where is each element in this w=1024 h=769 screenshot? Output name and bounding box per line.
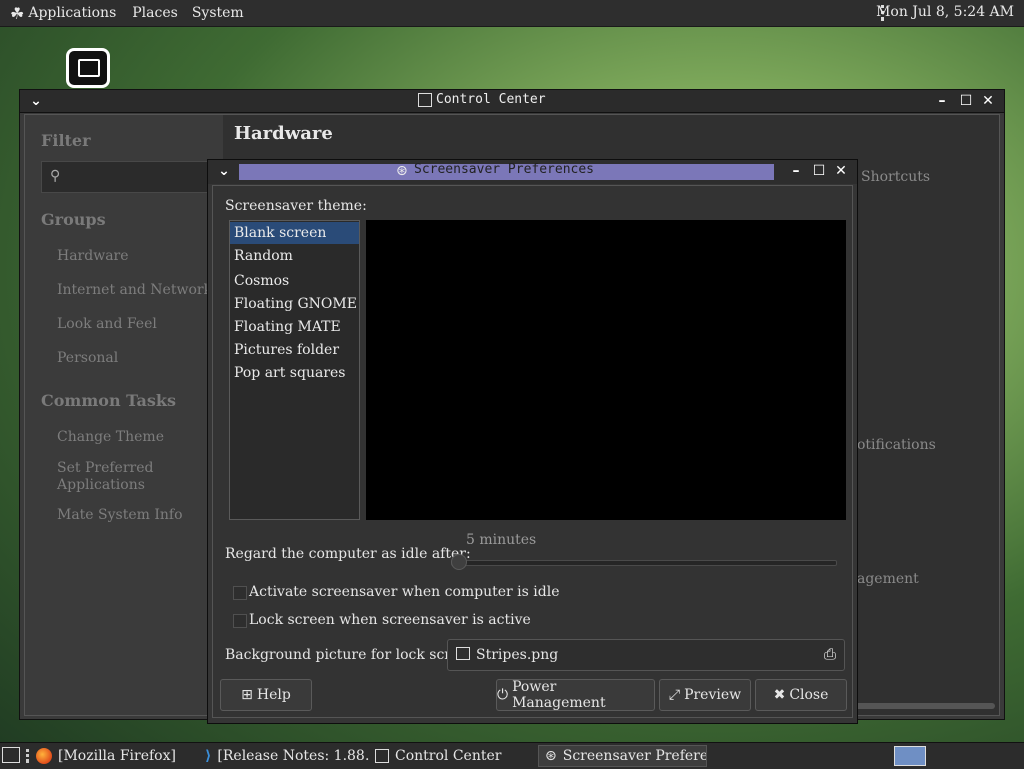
image-file-icon <box>456 647 470 660</box>
theme-item-floating-gnome[interactable]: Floating GNOME <box>230 293 359 315</box>
clock[interactable]: Mon Jul 8, 5:24 AM <box>876 4 1014 20</box>
background-picture-label: Background picture for lock screen: <box>225 647 482 663</box>
task-release-notes[interactable]: ⟩ [Release Notes: 1.88… <box>205 745 370 767</box>
maximize-button[interactable]: ☐ <box>811 163 827 179</box>
control-center-icon <box>375 749 389 763</box>
lock-screen-label[interactable]: Lock screen when screensaver is active <box>249 612 531 628</box>
group-personal[interactable]: Personal <box>57 350 217 367</box>
minimize-button[interactable]: – <box>788 163 804 179</box>
screensaver-preferences-window: ⌄ ⊛ Screensaver Preferences – ☐ ✕ Screen… <box>207 159 858 724</box>
task-control-center[interactable]: Control Center <box>375 745 535 767</box>
group-internet-and-network[interactable]: Internet and Network <box>57 282 217 299</box>
screensaver-preview <box>366 220 846 520</box>
theme-label: Screensaver theme: <box>225 198 367 214</box>
group-hardware[interactable]: Hardware <box>57 248 217 265</box>
applications-menu[interactable]: ☘ Applications <box>10 4 116 23</box>
window-menu-chevron-icon[interactable]: ⌄ <box>28 93 44 109</box>
theme-list[interactable]: Blank screen Random Cosmos Floating GNOM… <box>229 220 360 520</box>
theme-item-pop-art-squares[interactable]: Pop art squares <box>230 362 359 384</box>
workspace-switcher[interactable] <box>894 746 926 766</box>
close-icon: ✖ <box>773 687 786 703</box>
control-center-titlebar[interactable]: ⌄ Control Center – ☐ ✕ <box>20 90 1004 113</box>
open-folder-icon: ⎙ <box>823 645 836 663</box>
background-file-name: Stripes.png <box>476 647 559 663</box>
common-tasks-label: Common Tasks <box>41 391 176 410</box>
window-menu-chevron-icon[interactable]: ⌄ <box>216 163 232 179</box>
theme-item-blank-screen[interactable]: Blank screen <box>230 222 359 244</box>
close-dialog-button[interactable]: ✖ Close <box>755 679 847 711</box>
task-screensaver-preferences[interactable]: ⊛ Screensaver Preferen… <box>538 745 707 767</box>
task-mate-system-info[interactable]: Mate System Info <box>57 507 217 524</box>
vscode-icon: ⟩ <box>205 748 212 764</box>
background-file-chooser[interactable]: Stripes.png ⎙ <box>447 639 845 671</box>
activate-screensaver-checkbox[interactable] <box>233 586 247 600</box>
partial-item-shortcuts[interactable]: Shortcuts <box>861 169 930 185</box>
close-button[interactable]: ✕ <box>980 93 996 109</box>
screensaver-body: Screensaver theme: Blank screen Random C… <box>212 185 853 718</box>
help-button[interactable]: ⊞ Help <box>220 679 312 711</box>
foot-icon: ☘ <box>10 3 25 23</box>
category-heading: Hardware <box>234 123 333 144</box>
firefox-icon <box>36 748 52 764</box>
filter-label: Filter <box>41 131 91 150</box>
task-firefox[interactable]: [Mozilla Firefox] <box>36 745 196 767</box>
filter-search-input[interactable]: ⚲ <box>41 161 223 193</box>
theme-item-cosmos[interactable]: Cosmos <box>230 270 359 292</box>
help-icon: ⊞ <box>241 687 253 703</box>
control-center-app-icon <box>418 93 432 107</box>
computer-icon[interactable] <box>66 48 110 88</box>
screensaver-app-icon: ⊛ <box>396 163 408 179</box>
theme-item-pictures-folder[interactable]: Pictures folder <box>230 339 359 361</box>
partial-item-notifications[interactable]: otifications <box>857 437 936 453</box>
power-icon: ⏻ <box>497 687 509 703</box>
preview-icon: ⤢ <box>668 687 681 703</box>
screensaver-icon: ⊛ <box>545 748 557 764</box>
idle-value: 5 minutes <box>466 532 537 548</box>
idle-label: Regard the computer as idle after: <box>225 546 471 562</box>
screensaver-title: Screensaver Preferences <box>414 162 595 177</box>
task-change-theme[interactable]: Change Theme <box>57 429 217 446</box>
lock-screen-checkbox[interactable] <box>233 614 247 628</box>
groups-label: Groups <box>41 210 106 229</box>
group-look-and-feel[interactable]: Look and Feel <box>57 316 217 333</box>
task-set-preferred-applications[interactable]: Set Preferred Applications <box>57 460 177 494</box>
screensaver-titlebar[interactable]: ⌄ ⊛ Screensaver Preferences – ☐ ✕ <box>208 160 857 184</box>
show-desktop-icon[interactable] <box>2 747 20 763</box>
taskbar: [Mozilla Firefox] ⟩ [Release Notes: 1.88… <box>0 742 1024 769</box>
activate-screensaver-label[interactable]: Activate screensaver when computer is id… <box>249 584 560 600</box>
theme-item-floating-mate[interactable]: Floating MATE <box>230 316 359 338</box>
top-panel: ☘ Applications Places System Mon Jul 8, … <box>0 0 1024 27</box>
control-center-title: Control Center <box>436 92 546 107</box>
partial-item-management[interactable]: agement <box>857 571 919 587</box>
power-management-button[interactable]: ⏻ Power Management <box>496 679 655 711</box>
places-menu[interactable]: Places <box>132 5 178 21</box>
system-menu[interactable]: System <box>192 5 244 21</box>
minimize-button[interactable]: – <box>934 93 950 109</box>
taskbar-separator-icon <box>26 749 29 763</box>
theme-item-random[interactable]: Random <box>230 245 359 267</box>
idle-slider-handle[interactable] <box>451 554 467 570</box>
preview-button[interactable]: ⤢ Preview <box>659 679 751 711</box>
close-button[interactable]: ✕ <box>833 163 849 179</box>
idle-slider[interactable] <box>451 560 837 566</box>
horizontal-scrollbar[interactable] <box>855 703 995 709</box>
maximize-button[interactable]: ☐ <box>958 93 974 109</box>
search-icon: ⚲ <box>50 168 61 184</box>
control-center-sidebar: Filter ⚲ Groups Hardware Internet and Ne… <box>25 115 223 715</box>
